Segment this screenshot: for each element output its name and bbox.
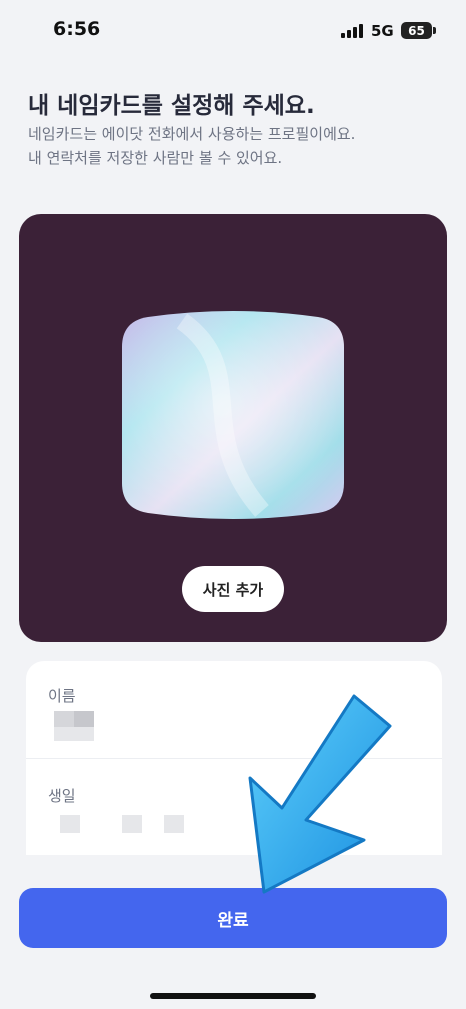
battery-tip xyxy=(433,27,436,34)
add-photo-button[interactable]: 사진 추가 xyxy=(182,566,284,612)
redacted-block xyxy=(74,711,94,727)
name-field[interactable] xyxy=(48,709,108,745)
status-time: 6:56 xyxy=(53,18,101,40)
home-indicator[interactable] xyxy=(150,993,316,999)
network-type: 5G xyxy=(371,22,394,40)
profile-form: 이름 생일 xyxy=(26,661,442,859)
page-subtitle: 네임카드는 에이닷 전화에서 사용하는 프로필이에요. 내 연락처를 저장한 사… xyxy=(28,122,355,170)
page-title: 내 네임카드를 설정해 주세요. xyxy=(28,93,315,119)
redacted-block xyxy=(54,727,94,741)
holographic-placeholder-image xyxy=(122,311,344,519)
battery-icon: 65 xyxy=(401,22,432,39)
redacted-block xyxy=(164,815,184,833)
profile-photo-placeholder[interactable] xyxy=(122,311,344,519)
redacted-block xyxy=(60,815,80,833)
name-card-preview: 사진 추가 xyxy=(19,214,447,642)
status-bar: 6:56 5G 65 xyxy=(0,0,466,64)
birthday-field[interactable] xyxy=(48,809,198,839)
birthday-field-label: 생일 xyxy=(48,787,76,805)
subtitle-line-1: 네임카드는 에이닷 전화에서 사용하는 프로필이에요. xyxy=(28,125,356,143)
redacted-block xyxy=(54,711,74,727)
subtitle-line-2: 내 연락처를 저장한 사람만 볼 수 있어요. xyxy=(28,149,283,167)
signal-icon xyxy=(341,24,363,38)
name-field-label: 이름 xyxy=(48,687,76,705)
complete-button[interactable]: 완료 xyxy=(19,888,447,948)
redacted-block xyxy=(122,815,142,833)
divider xyxy=(26,758,442,759)
form-fade-mask xyxy=(0,855,466,885)
